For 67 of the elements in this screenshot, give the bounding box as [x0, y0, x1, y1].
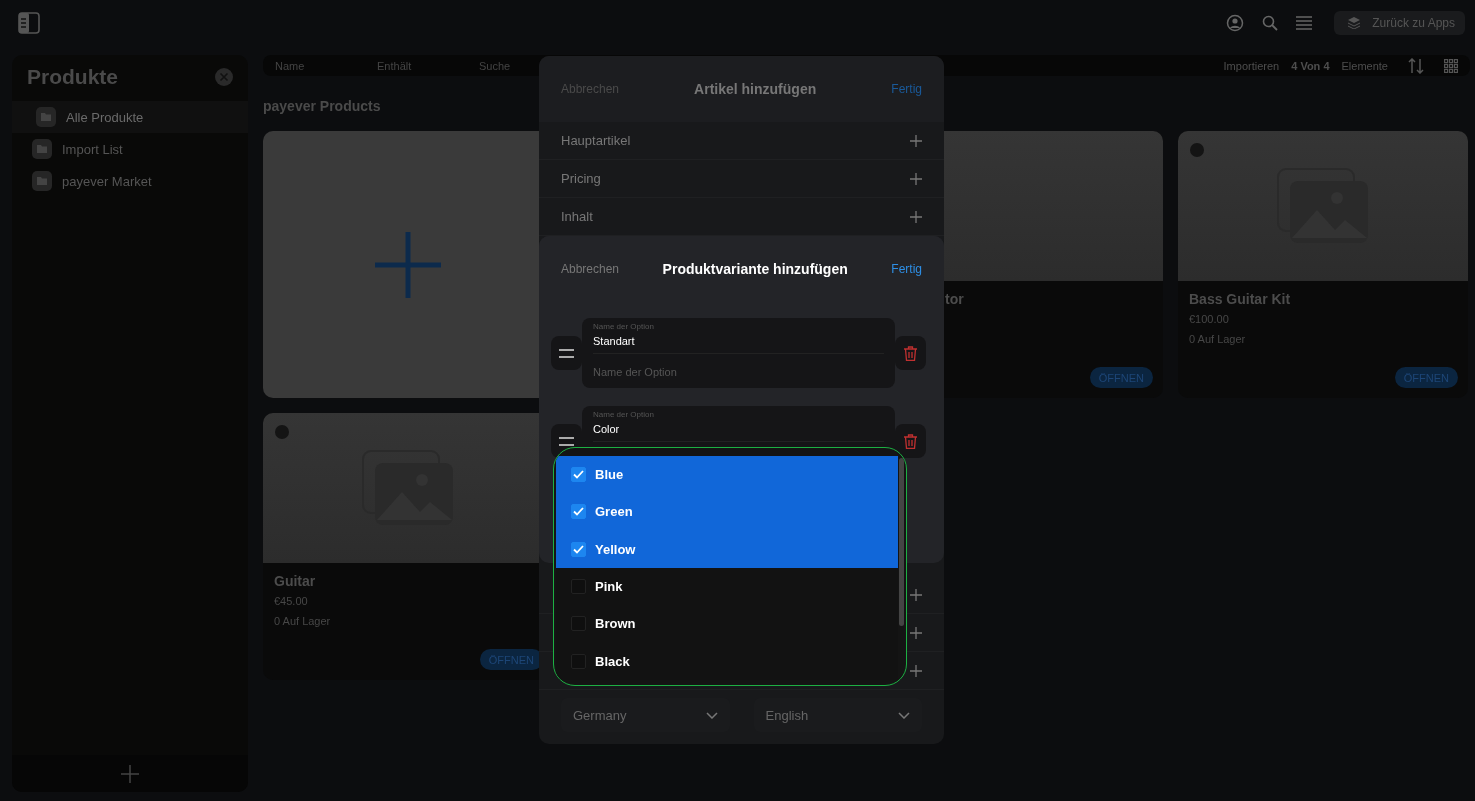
add-icon[interactable] [910, 172, 922, 185]
search-icon[interactable] [1262, 14, 1279, 31]
drag-handle-icon [559, 348, 574, 358]
account-icon[interactable] [1226, 13, 1245, 32]
scrollbar[interactable] [899, 458, 904, 626]
drag-handle[interactable] [551, 336, 582, 370]
chevron-down-icon [898, 711, 910, 719]
trash-icon [904, 345, 917, 361]
product-price: €45.00 [274, 595, 309, 607]
checkbox[interactable] [571, 541, 586, 557]
sort-icon[interactable] [1408, 57, 1424, 74]
product-name: tor [945, 291, 965, 307]
checkbox[interactable] [571, 467, 586, 483]
field-value: Color [593, 423, 884, 442]
filter-field[interactable]: Enthält [377, 59, 467, 72]
add-icon[interactable] [910, 626, 922, 639]
sidebar-item[interactable]: Alle Produkte [12, 101, 248, 133]
sidebar-toggle-icon[interactable] [18, 11, 40, 34]
dialog-title: Produktvariante hinzufügen [662, 261, 848, 277]
sidebar-title: Produkte [27, 65, 118, 89]
menu-icon[interactable] [1296, 15, 1313, 30]
done-button[interactable]: Fertig [891, 262, 922, 276]
cancel-button[interactable]: Abbrechen [561, 262, 620, 276]
grid-view-icon[interactable] [1444, 58, 1458, 73]
option-label: Yellow [595, 541, 636, 557]
folder-icon [32, 171, 52, 191]
sidebar-item[interactable]: Import List [12, 133, 248, 165]
trash-icon [904, 433, 917, 449]
product-name: Bass Guitar Kit [1189, 291, 1292, 307]
product-name: Guitar [274, 573, 317, 589]
folder-icon [32, 139, 52, 159]
delete-button[interactable] [895, 336, 926, 370]
option-label: Pink [595, 579, 623, 595]
option-label: Black [595, 653, 630, 669]
select-dot[interactable] [1190, 143, 1204, 157]
product-price: €100.00 [1189, 313, 1230, 325]
section-label: Inhalt [561, 209, 593, 224]
section-label: Pricing [561, 171, 601, 186]
import-link[interactable]: Importieren [1223, 59, 1280, 72]
select-dot[interactable] [275, 425, 289, 439]
add-icon [375, 231, 441, 298]
folder-icon [36, 107, 56, 127]
option-label: Brown [595, 616, 636, 632]
add-icon[interactable] [910, 664, 922, 677]
field-value: Standart [593, 335, 884, 354]
filter-field[interactable]: Name [275, 59, 365, 72]
option-value-input[interactable]: Name der Option [593, 354, 884, 378]
option-label: Green [595, 504, 633, 520]
color-option[interactable]: Yellow [556, 530, 898, 568]
sidebar-item[interactable]: payever Market [12, 165, 248, 197]
drag-handle-icon [559, 436, 574, 446]
section-title: payever Products [263, 98, 382, 114]
color-option[interactable]: Green [556, 493, 898, 531]
delete-button[interactable] [895, 424, 926, 458]
done-button[interactable]: Fertig [891, 82, 922, 96]
add-icon[interactable] [910, 210, 922, 223]
item-count: 4 Von 4 [1291, 59, 1330, 72]
add-icon[interactable] [910, 134, 922, 147]
checkbox[interactable] [571, 504, 586, 520]
layers-icon [1348, 16, 1361, 29]
add-icon[interactable] [910, 588, 922, 601]
color-option[interactable]: Blue [556, 456, 898, 494]
chevron-down-icon [705, 711, 718, 719]
dialog-title: Artikel hinzufügen [694, 81, 817, 97]
count-label: Elemente [1341, 59, 1388, 72]
back-to-apps-button[interactable]: Zurück zu Apps [1334, 10, 1465, 35]
section-label: Hauptartikel [561, 133, 631, 148]
